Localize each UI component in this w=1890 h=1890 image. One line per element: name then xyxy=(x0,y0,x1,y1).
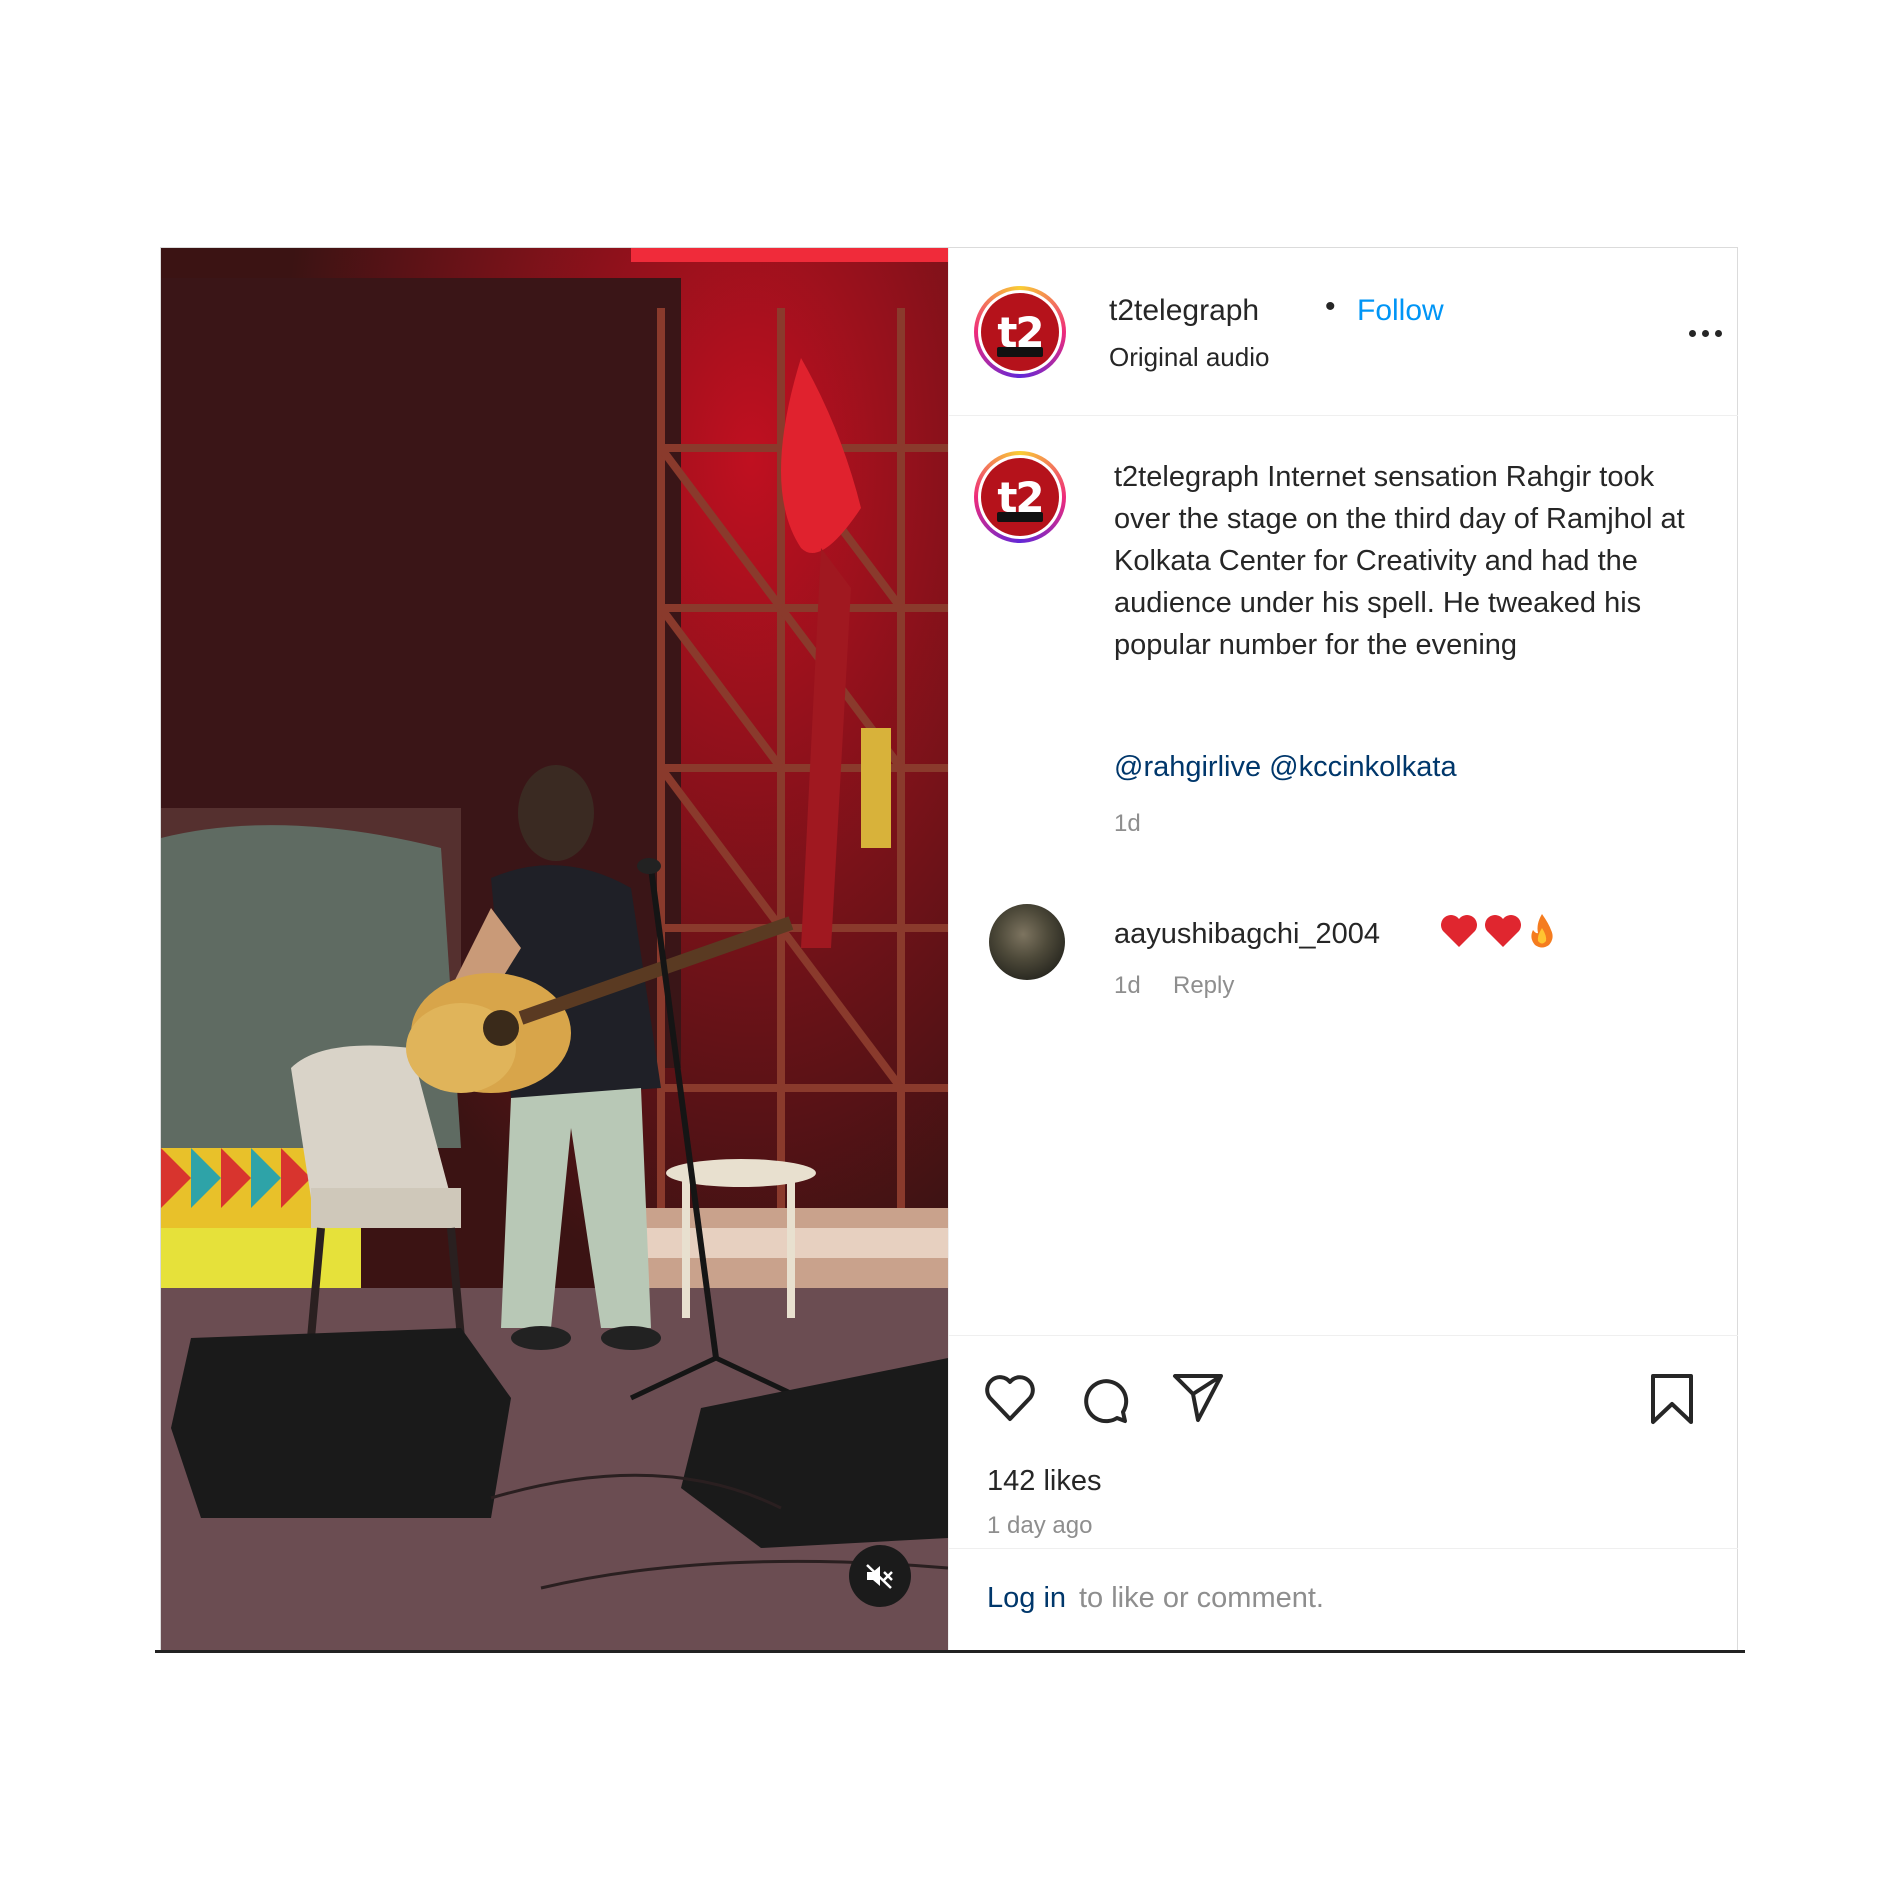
follow-button[interactable]: Follow xyxy=(1357,294,1444,328)
fire-icon xyxy=(1531,914,1553,948)
profile-avatar[interactable]: t2 xyxy=(974,286,1066,378)
share-icon[interactable] xyxy=(1171,1372,1225,1424)
t2-logo: t2 xyxy=(981,458,1059,536)
instagram-post: t2 t2telegraph • Follow Original audio t… xyxy=(160,247,1738,1652)
red-heart-icon xyxy=(1441,915,1477,947)
header-username[interactable]: t2telegraph xyxy=(1109,294,1259,328)
likes-count[interactable]: 142 likes xyxy=(987,1465,1101,1498)
comment-timestamp: 1d xyxy=(1114,972,1141,999)
reply-button[interactable]: Reply xyxy=(1173,972,1234,1000)
caption-avatar[interactable]: t2 xyxy=(974,451,1066,543)
comment-username[interactable]: aayushibagchi_2004 xyxy=(1114,918,1380,951)
bookmark-icon[interactable] xyxy=(1649,1372,1695,1426)
comment-emojis xyxy=(1439,912,1557,950)
mention-link[interactable]: @kccinkolkata xyxy=(1269,751,1456,783)
caption-mentions: @rahgirlive @kccinkolkata xyxy=(1114,751,1457,784)
divider xyxy=(155,1650,1745,1653)
caption: t2telegraph Internet sensation Rahgir to… xyxy=(1114,456,1694,666)
commenter-avatar[interactable] xyxy=(989,904,1065,980)
login-link[interactable]: Log in xyxy=(987,1582,1066,1615)
t2-logo: t2 xyxy=(981,293,1059,371)
caption-timestamp[interactable]: 1d xyxy=(1114,810,1141,838)
more-options-icon[interactable] xyxy=(1689,323,1733,343)
post-header: t2 t2telegraph • Follow Original audio xyxy=(949,248,1738,416)
login-prompt-text: to like or comment. xyxy=(1079,1582,1324,1614)
mention-link[interactable]: @rahgirlive xyxy=(1114,751,1261,783)
post-sidebar: t2 t2telegraph • Follow Original audio t… xyxy=(948,248,1738,1650)
post-video[interactable] xyxy=(161,248,948,1652)
caption-username[interactable]: t2telegraph xyxy=(1114,461,1259,493)
heart-icon[interactable] xyxy=(983,1373,1037,1423)
post-age[interactable]: 1 day ago xyxy=(987,1512,1092,1540)
audio-label[interactable]: Original audio xyxy=(1109,342,1269,373)
speaker-muted-icon xyxy=(866,1564,893,1589)
separator-dot: • xyxy=(1325,290,1336,323)
mute-button[interactable] xyxy=(849,1545,911,1607)
comment-icon[interactable] xyxy=(1077,1372,1131,1426)
login-prompt: Log in to like or comment. xyxy=(949,1548,1738,1651)
action-bar: 142 likes 1 day ago xyxy=(949,1335,1738,1549)
red-heart-icon xyxy=(1485,915,1521,947)
concert-scene xyxy=(161,248,948,1652)
